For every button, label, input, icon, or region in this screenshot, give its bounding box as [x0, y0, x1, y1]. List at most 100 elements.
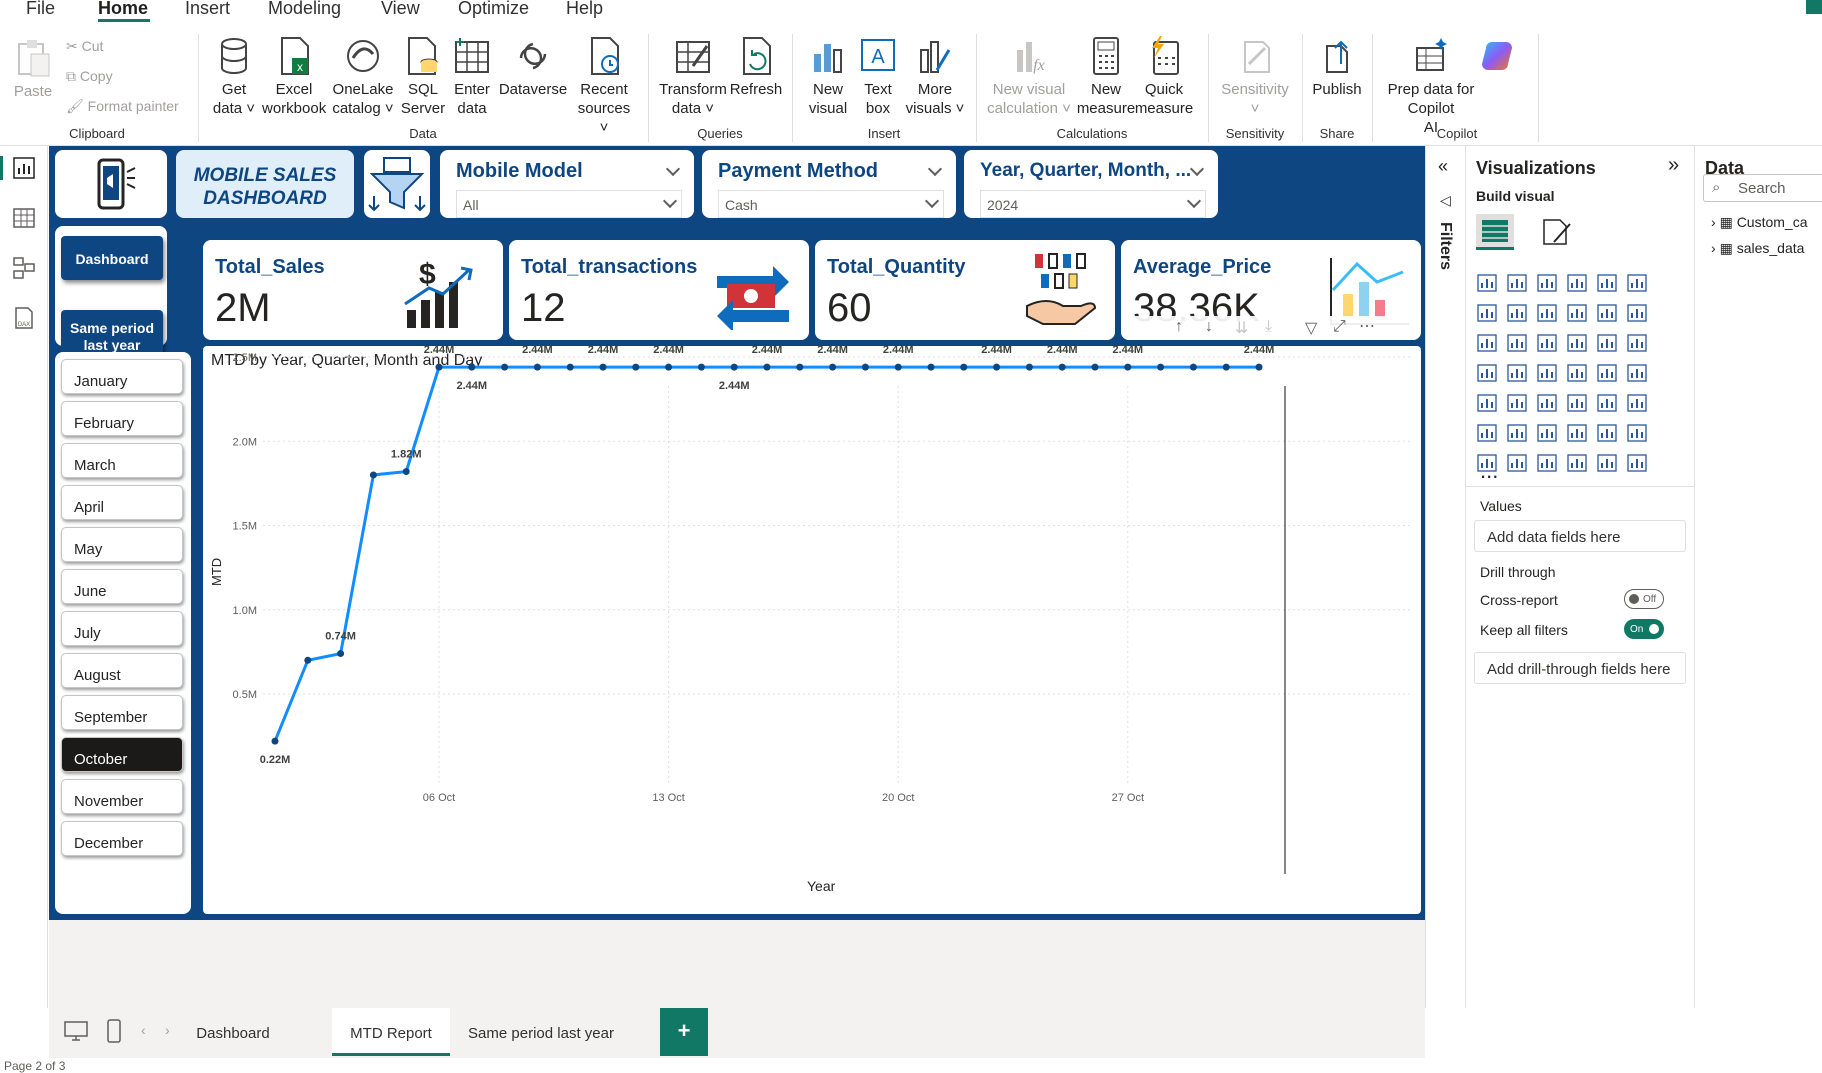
menu-help[interactable]: Help: [566, 0, 603, 19]
add-drill-through-fields-well[interactable]: Add drill-through fields here: [1474, 652, 1686, 684]
format-painter-button[interactable]: 🖌 Format painter: [66, 98, 179, 115]
collapse-pane-icon[interactable]: »: [1668, 154, 1679, 177]
sensitivity-button[interactable]: Sensitivity ˅: [1218, 36, 1292, 118]
chevron-down-icon[interactable]: [1189, 161, 1205, 177]
chevron-down-icon[interactable]: [927, 161, 943, 177]
100-stacked-column-icon[interactable]: [1626, 272, 1650, 296]
onelake-catalog-button[interactable]: OneLake catalog ˅: [330, 36, 396, 118]
prep-data-copilot-button[interactable]: Prep data for Copilot AI: [1380, 36, 1482, 137]
multi-row-card-icon[interactable]: [1626, 362, 1650, 386]
text-slicer-icon[interactable]: [1536, 452, 1560, 476]
month-july[interactable]: July: [61, 611, 183, 646]
matrix-icon[interactable]: [1566, 392, 1590, 416]
r-visual-icon[interactable]: [1596, 392, 1620, 416]
mobile-model-slicer[interactable]: Mobile Model All: [440, 150, 694, 218]
line-chart-icon[interactable]: [1476, 302, 1500, 326]
new-visual-button[interactable]: New visual: [800, 36, 856, 118]
menu-view[interactable]: View: [381, 0, 420, 19]
map-icon[interactable]: [1476, 362, 1500, 386]
card-new-icon[interactable]: [1566, 452, 1590, 476]
excel-workbook-button[interactable]: x Excel workbook: [262, 36, 326, 118]
drill-down-icon[interactable]: ↓: [1205, 318, 1213, 336]
expand-all-icon[interactable]: ⇊: [1235, 318, 1248, 338]
smart-narrative-icon[interactable]: [1566, 422, 1590, 446]
get-data-button[interactable]: Get data ˅: [206, 36, 262, 118]
new-measure-button[interactable]: New measure: [1076, 36, 1136, 118]
add-data-fields-well[interactable]: Add data fields here: [1474, 520, 1686, 552]
month-december[interactable]: December: [61, 821, 183, 856]
menu-optimize[interactable]: Optimize: [458, 0, 529, 19]
menu-insert[interactable]: Insert: [185, 0, 230, 19]
next-page-icon[interactable]: ›: [165, 1022, 170, 1038]
narrative-icon[interactable]: [1596, 452, 1620, 476]
treemap-icon[interactable]: [1626, 332, 1650, 356]
filled-map-icon[interactable]: [1506, 362, 1530, 386]
refresh-button[interactable]: Refresh: [728, 36, 784, 99]
expand-chevrons-icon[interactable]: «: [1438, 156, 1448, 177]
drill-up-icon[interactable]: ↑: [1175, 318, 1183, 336]
model-view-icon[interactable]: [12, 256, 36, 280]
payment-method-slicer[interactable]: Payment Method Cash: [702, 150, 956, 218]
scatter-icon[interactable]: [1536, 332, 1560, 356]
keep-all-filters-toggle[interactable]: On: [1624, 619, 1664, 639]
table-view-icon[interactable]: [12, 206, 36, 230]
transform-data-button[interactable]: Transform data ˅: [656, 36, 730, 118]
tab-same-period-last-year[interactable]: Same period last year: [463, 1008, 619, 1056]
ribbon-chart-icon[interactable]: [1626, 302, 1650, 326]
mobile-model-dropdown[interactable]: All: [456, 190, 682, 218]
copy-button[interactable]: ⧉ Copy: [66, 68, 113, 85]
area-chart-icon[interactable]: [1506, 302, 1530, 326]
month-may[interactable]: May: [61, 527, 183, 562]
qna-icon[interactable]: [1536, 422, 1560, 446]
metrics-icon[interactable]: [1626, 422, 1650, 446]
clear-filters-button[interactable]: [364, 150, 430, 218]
publish-button[interactable]: Publish: [1308, 36, 1366, 99]
month-january[interactable]: January: [61, 359, 183, 394]
month-march[interactable]: March: [61, 443, 183, 478]
month-april[interactable]: April: [61, 485, 183, 520]
month-august[interactable]: August: [61, 653, 183, 688]
filter-icon[interactable]: ▽: [1305, 318, 1317, 338]
date-hierarchy-dropdown[interactable]: 2024: [980, 190, 1206, 218]
expand-level-icon[interactable]: ⤓: [1265, 318, 1272, 336]
enter-data-button[interactable]: Enter data: [450, 36, 494, 118]
desktop-layout-icon[interactable]: [63, 1020, 89, 1042]
tab-dashboard[interactable]: Dashboard: [185, 1008, 281, 1056]
chevron-down-icon[interactable]: [665, 161, 681, 177]
kpi-average-price[interactable]: Average_Price 38.36K ↑ ↓ ⇊ ⤓ ▽ ⤢ ⋯: [1121, 240, 1421, 340]
line-clustered-column-icon[interactable]: [1596, 302, 1620, 326]
menu-modeling[interactable]: Modeling: [268, 0, 341, 19]
kpi-icon[interactable]: [1476, 392, 1500, 416]
more-visuals-button[interactable]: More visuals ˅: [904, 36, 966, 118]
python-visual-icon[interactable]: [1626, 392, 1650, 416]
month-september[interactable]: September: [61, 695, 183, 730]
card-icon[interactable]: [1596, 362, 1620, 386]
kpi-total-quantity[interactable]: Total_Quantity 60: [815, 240, 1115, 340]
cross-report-toggle[interactable]: Off: [1624, 589, 1664, 609]
stacked-column-icon[interactable]: [1506, 272, 1530, 296]
decomposition-tree-icon[interactable]: [1506, 422, 1530, 446]
date-hierarchy-slicer[interactable]: Year, Quarter, Month, ... 2024: [964, 150, 1218, 218]
kpi-total-transactions[interactable]: Total_transactions 12: [509, 240, 809, 340]
dax-query-view-icon[interactable]: DAX: [12, 306, 36, 330]
tab-mtd-report[interactable]: MTD Report: [332, 1008, 450, 1056]
recent-sources-button[interactable]: Recent sources ˅: [572, 36, 636, 137]
menu-home[interactable]: Home: [98, 0, 148, 19]
more-options-icon[interactable]: ⋯: [1359, 316, 1375, 336]
paginated-report-icon[interactable]: [1596, 422, 1620, 446]
kpi-total-sales[interactable]: Total_Sales 2M $: [203, 240, 503, 340]
dataverse-button[interactable]: Dataverse: [496, 36, 570, 99]
paste-button[interactable]: Paste: [12, 38, 54, 101]
key-influencers-icon[interactable]: [1476, 422, 1500, 446]
line-stacked-column-icon[interactable]: [1566, 302, 1590, 326]
table-icon[interactable]: [1536, 392, 1560, 416]
build-visual-tab[interactable]: [1476, 214, 1514, 250]
data-table-item[interactable]: › ▦ Custom_ca: [1711, 214, 1808, 231]
prev-page-icon[interactable]: ‹: [141, 1022, 146, 1038]
clustered-column-icon[interactable]: [1566, 272, 1590, 296]
month-june[interactable]: June: [61, 569, 183, 604]
data-search-box[interactable]: ⌕ Search: [1703, 174, 1822, 202]
menu-file[interactable]: File: [26, 0, 55, 19]
quick-measure-button[interactable]: Quick measure: [1134, 36, 1194, 118]
pie-chart-icon[interactable]: [1566, 332, 1590, 356]
